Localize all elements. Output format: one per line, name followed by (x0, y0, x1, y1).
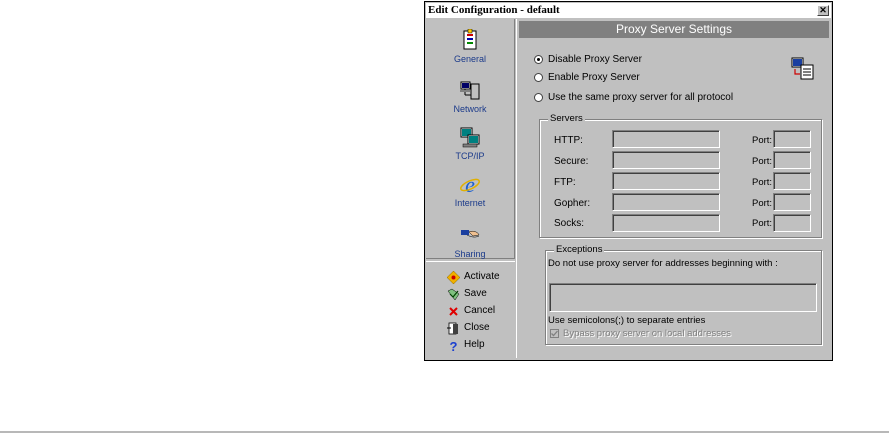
close-label: Close (464, 322, 490, 333)
bottom-divider (0, 431, 889, 433)
exceptions-hint: Use semicolons(;) to separate entries (548, 315, 706, 326)
socks-proxy-input[interactable] (612, 214, 720, 232)
nav-item-tcpip[interactable]: TCP/IP (426, 126, 514, 161)
svg-text:e: e (465, 173, 475, 195)
bypass-local-label: Bypass proxy server on local addresses (563, 328, 731, 339)
save-icon (447, 288, 460, 301)
activate-icon (447, 271, 460, 284)
close-door-icon (447, 322, 458, 335)
edit-configuration-window: Edit Configuration - default ✕ General N… (424, 1, 833, 361)
secure-port-input[interactable] (773, 151, 811, 169)
nav-label-network: Network (453, 104, 487, 114)
socks-port-input[interactable] (773, 214, 811, 232)
save-label: Save (464, 288, 487, 299)
gopher-proxy-input[interactable] (612, 193, 720, 211)
general-icon (463, 29, 477, 50)
exceptions-input[interactable] (549, 283, 817, 312)
socks-port-label: Port: (752, 218, 773, 229)
nav-item-sharing[interactable]: Sharing (426, 224, 514, 259)
nav-item-general[interactable]: General (426, 29, 514, 64)
exceptions-description: Do not use proxy server for addresses be… (548, 258, 778, 269)
gopher-port-input[interactable] (773, 193, 811, 211)
http-port-label: Port: (752, 135, 773, 146)
sharing-hand-icon (461, 230, 480, 238)
radio-disable-proxy-label: Disable Proxy Server (548, 54, 642, 65)
actions-pane: Activate Save Cancel Close ? Help (426, 261, 515, 358)
ftp-port-label: Port: (752, 177, 773, 188)
checkbox-box (550, 329, 559, 338)
window-close-button[interactable]: ✕ (817, 5, 829, 16)
ftp-port-input[interactable] (773, 172, 811, 190)
checkmark-icon (551, 330, 558, 337)
radio-circle (534, 73, 543, 82)
cancel-label: Cancel (464, 305, 496, 316)
network-icon (460, 81, 480, 100)
panel-header: Proxy Server Settings (519, 21, 829, 38)
help-label: Help (464, 339, 485, 350)
cancel-x-icon (449, 307, 458, 316)
proxy-computers-icon (791, 57, 814, 80)
navigation-pane: General Network TCP/IP e Internet Sharin… (426, 19, 515, 259)
internet-explorer-icon: e (460, 173, 480, 195)
radio-circle (534, 55, 543, 64)
tcpip-icon (460, 127, 480, 148)
http-label: HTTP: (554, 135, 583, 146)
secure-port-label: Port: (752, 156, 773, 167)
servers-group-title: Servers (548, 113, 585, 124)
title-bar: Edit Configuration - default ✕ (426, 3, 831, 18)
proxy-settings-pane: Proxy Server Settings Disable Proxy Serv… (516, 19, 830, 358)
gopher-port-label: Port: (752, 198, 773, 209)
ftp-proxy-input[interactable] (612, 172, 720, 190)
secure-label: Secure: (554, 156, 589, 167)
nav-item-internet[interactable]: e Internet (426, 173, 514, 208)
radio-dot (537, 58, 540, 61)
http-proxy-input[interactable] (612, 130, 720, 148)
nav-label-tcpip: TCP/IP (455, 151, 485, 161)
svg-text:?: ? (450, 339, 458, 352)
exceptions-group-title: Exceptions (554, 244, 605, 255)
socks-label: Socks: (554, 218, 585, 229)
radio-enable-proxy-label: Enable Proxy Server (548, 72, 640, 83)
help-question-icon: ? (450, 339, 458, 352)
nav-label-sharing: Sharing (454, 249, 486, 259)
nav-label-internet: Internet (454, 198, 486, 208)
radio-same-proxy-label: Use the same proxy server for all protoc… (548, 92, 734, 103)
secure-proxy-input[interactable] (612, 151, 720, 169)
servers-group: Servers HTTP: Port: Secure: Port: FTP: P… (539, 113, 822, 238)
http-port-input[interactable] (773, 130, 811, 148)
exceptions-group: Exceptions Do not use proxy server for a… (545, 244, 822, 345)
nav-item-network[interactable]: Network (426, 79, 514, 114)
activate-label: Activate (464, 271, 500, 282)
ftp-label: FTP: (554, 177, 576, 188)
radio-circle (534, 93, 543, 102)
nav-label-general: General (453, 54, 487, 64)
gopher-label: Gopher: (554, 198, 591, 209)
window-title: Edit Configuration - default (428, 4, 560, 16)
